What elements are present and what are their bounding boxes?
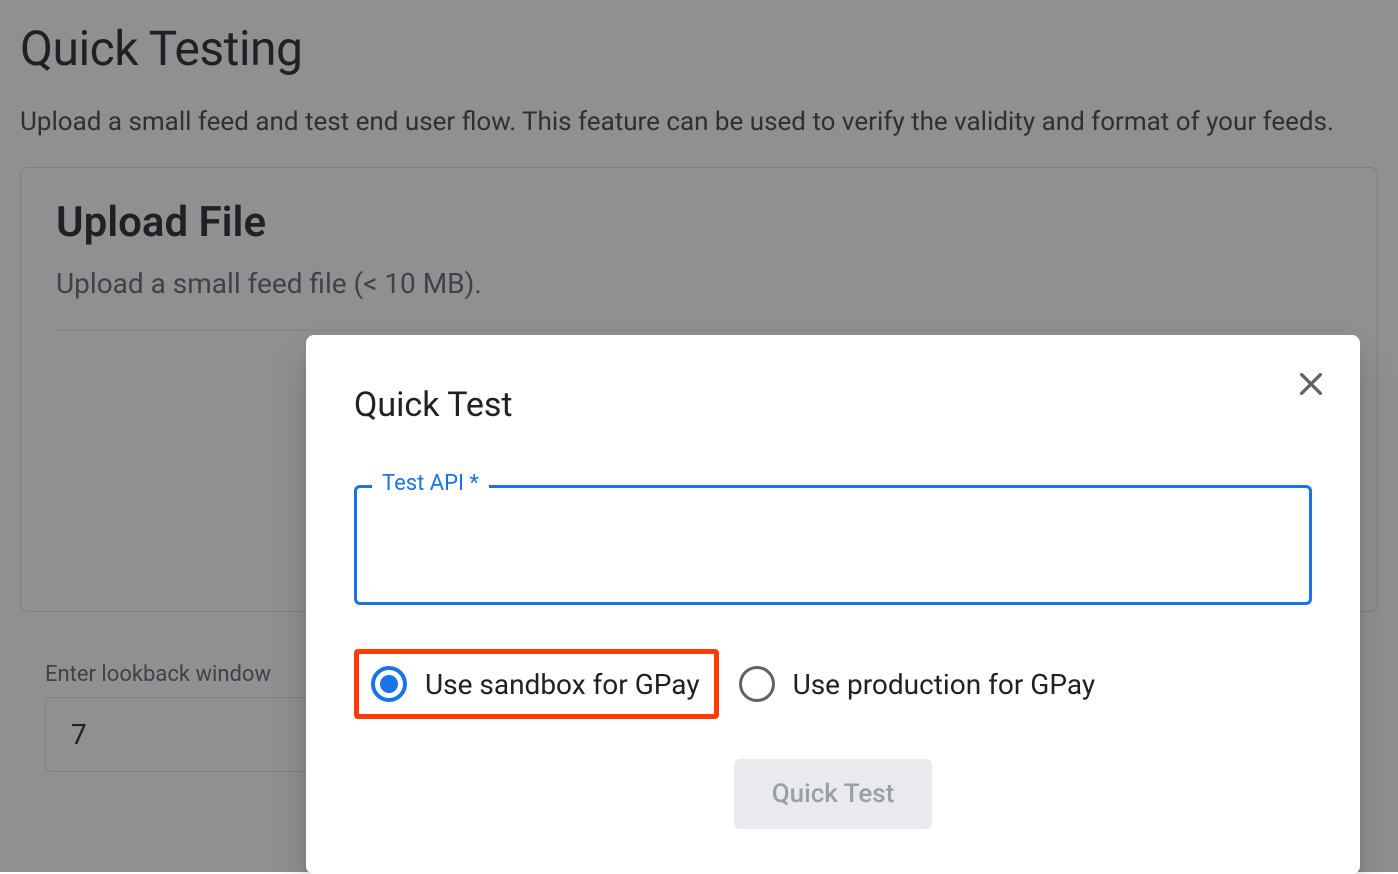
radio-circle-unselected-icon — [739, 666, 775, 702]
radio-production[interactable]: Use production for GPay — [739, 666, 1096, 702]
dialog-footer: Quick Test — [354, 759, 1312, 829]
radio-circle-selected-icon — [371, 666, 407, 702]
quick-test-dialog: Quick Test Test API * Use sandbox for GP… — [306, 335, 1360, 874]
dialog-title: Quick Test — [354, 385, 1312, 425]
radio-sandbox-label: Use sandbox for GPay — [425, 668, 700, 701]
test-api-input[interactable] — [354, 485, 1312, 605]
quick-test-button[interactable]: Quick Test — [734, 759, 933, 829]
radio-production-label: Use production for GPay — [793, 668, 1096, 701]
radio-group: Use sandbox for GPay Use production for … — [354, 649, 1312, 719]
close-icon[interactable] — [1292, 365, 1330, 403]
test-api-field-wrapper: Test API * — [354, 485, 1312, 609]
test-api-label: Test API * — [372, 471, 489, 496]
radio-sandbox[interactable]: Use sandbox for GPay — [354, 649, 719, 719]
